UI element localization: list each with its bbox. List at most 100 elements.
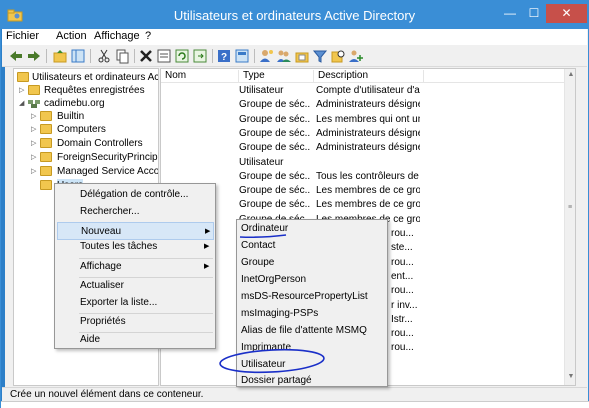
scroll-grip-icon[interactable]: ≡ [568, 204, 572, 211]
back-icon[interactable] [8, 48, 24, 64]
submenu-arrow-icon: ▶ [204, 263, 210, 270]
ctx-item-proprietes[interactable]: Propriétés [55, 313, 215, 331]
menu-affichage[interactable]: Affichage [94, 30, 140, 42]
folder-icon [40, 124, 52, 134]
help-icon[interactable]: ? [216, 48, 232, 64]
delete-icon[interactable] [138, 48, 154, 64]
column-header-type[interactable]: Type [239, 70, 314, 82]
ctx-item-affichage[interactable]: Affichage ▶ [55, 258, 215, 276]
maximize-button[interactable]: ☐ [522, 4, 546, 23]
up-folder-icon[interactable] [52, 48, 68, 64]
find-icon[interactable] [330, 48, 346, 64]
table-row[interactable]: Administrat...Groupe de séc...Administra… [161, 98, 565, 112]
console-icon[interactable] [234, 48, 250, 64]
scroll-down-icon[interactable]: ▼ [565, 373, 575, 380]
ctx-item-rechercher[interactable]: Rechercher... [55, 203, 215, 221]
scroll-up-icon[interactable]: ▲ [565, 71, 575, 78]
cell-description: Administrateurs désigné... [316, 99, 420, 111]
show-tree-icon[interactable] [70, 48, 86, 64]
menu-action[interactable]: Action [56, 30, 87, 42]
new-item-msimaging-psps[interactable]: msImaging-PSPs [237, 306, 387, 322]
cell-type: Groupe de séc... [239, 199, 311, 211]
table-row[interactable]: Contrôleurs ...Groupe de séc...Tous les … [161, 170, 565, 184]
filter-icon[interactable] [312, 48, 328, 64]
table-row[interactable]: Groupe de séc... Les membres de ce grou..… [161, 184, 565, 198]
ctx-item-toutes-les-taches[interactable]: Toutes les tâches ▶ [55, 238, 215, 256]
new-item-imprimante[interactable]: Imprimante [237, 340, 387, 356]
cut-icon[interactable] [96, 48, 112, 64]
add-to-group-icon[interactable] [348, 48, 364, 64]
refresh-icon[interactable] [174, 48, 190, 64]
toolbar-separator [134, 49, 135, 63]
toolbar-separator [46, 49, 47, 63]
new-user-icon[interactable] [258, 48, 274, 64]
new-ou-icon[interactable] [294, 48, 310, 64]
ctx-item-label: Aide [80, 334, 101, 345]
cell-description: ste... [391, 242, 413, 254]
new-group-icon[interactable] [276, 48, 292, 64]
expand-arrow-icon[interactable]: ▷ [31, 151, 39, 164]
status-text: Crée un nouvel élément dans ce conteneur… [10, 389, 204, 400]
folder-icon [40, 166, 52, 176]
tree-item-label: Builtin [57, 111, 85, 122]
ctx-item-label: Rechercher... [80, 206, 140, 217]
export-icon[interactable] [192, 48, 208, 64]
new-item-label: Ordinateur [241, 223, 289, 234]
new-item-inetorgperson[interactable]: InetOrgPerson [237, 272, 387, 288]
cell-type: Utilisateur [239, 156, 284, 168]
table-row[interactable]: Admins du ...Groupe de séc...Administrat… [161, 141, 565, 155]
new-item-utilisateur[interactable]: Utilisateur [237, 357, 387, 373]
expand-arrow-icon[interactable]: ▷ [31, 110, 39, 123]
domain-icon [28, 100, 40, 108]
new-item-groupe[interactable]: Groupe [237, 255, 387, 271]
new-item-alias-msmq[interactable]: Alias de file d'attente MSMQ [237, 323, 387, 339]
ctx-item-aide[interactable]: Aide [55, 331, 215, 349]
cell-type: Groupe de séc... [239, 127, 311, 139]
new-item-msds-resourcepropertylist[interactable]: msDS-ResourcePropertyList [237, 289, 387, 305]
context-menu: Délégation de contrôle... Rechercher... … [54, 183, 216, 349]
ctx-item-label: Toutes les tâches [80, 241, 158, 252]
snapin-icon [17, 72, 29, 82]
new-item-label: Utilisateur [241, 359, 286, 370]
table-row[interactable]: Groupe de séc... Les membres de ce grou..… [161, 198, 565, 212]
table-row[interactable]: Administrat...Groupe de séc...Administra… [161, 127, 565, 141]
menu-fichier[interactable]: Fichier [6, 30, 39, 42]
tree-item-label: ForeignSecurityPrincipal [57, 152, 159, 163]
cell-type: Groupe de séc... [239, 142, 311, 154]
table-row[interactable]: Carine Com...Utilisateur [161, 156, 565, 170]
column-header-nom[interactable]: Nom [161, 70, 239, 82]
toolbar: ? [2, 45, 587, 67]
table-row[interactable]: Administrat...Groupe de séc...Les membre… [161, 113, 565, 127]
ctx-item-delegation[interactable]: Délégation de contrôle... [55, 186, 215, 204]
column-header-description[interactable]: Description [314, 70, 424, 82]
new-item-label: msDS-ResourcePropertyList [241, 291, 368, 302]
new-item-label: Imprimante [241, 342, 292, 353]
expand-arrow-icon[interactable]: ▷ [31, 123, 39, 136]
close-button[interactable]: ✕ [546, 4, 587, 23]
title-bar[interactable]: Utilisateurs et ordinateurs Active Direc… [1, 1, 588, 29]
copy-icon[interactable] [114, 48, 130, 64]
expand-arrow-icon[interactable]: ▷ [31, 165, 39, 178]
cell-description: rou... [391, 256, 414, 268]
minimize-button[interactable]: — [498, 4, 522, 23]
tree-item-label: Utilisateurs et ordinateurs Active [32, 72, 159, 83]
new-item-label: msImaging-PSPs [241, 308, 319, 319]
tree-item-label: cadimebu.org [44, 98, 105, 109]
table-row[interactable]: Administrat...UtilisateurCompte d'utilis… [161, 84, 565, 98]
menu-help[interactable]: ? [145, 30, 151, 42]
new-item-ordinateur[interactable]: Ordinateur [237, 221, 387, 237]
expand-arrow-icon[interactable]: ▷ [19, 84, 27, 97]
collapse-arrow-icon[interactable]: ◢ [19, 97, 27, 110]
vertical-scrollbar[interactable]: ▲ ≡ ▼ [564, 69, 575, 385]
expand-arrow-icon[interactable]: ▷ [31, 137, 39, 150]
new-item-dossier-partage[interactable]: Dossier partagé [237, 373, 387, 389]
toolbar-separator [212, 49, 213, 63]
properties-icon[interactable] [156, 48, 172, 64]
forward-icon[interactable] [26, 48, 42, 64]
new-item-contact[interactable]: Contact [237, 238, 387, 254]
cell-type: Groupe de séc... [239, 113, 311, 125]
cell-description: Administrateurs désigné... [316, 142, 420, 154]
cell-description: Compte d'utilisateur d'a... [316, 85, 420, 96]
ctx-item-exporter[interactable]: Exporter la liste... [55, 294, 215, 312]
ctx-item-actualiser[interactable]: Actualiser [55, 277, 215, 295]
